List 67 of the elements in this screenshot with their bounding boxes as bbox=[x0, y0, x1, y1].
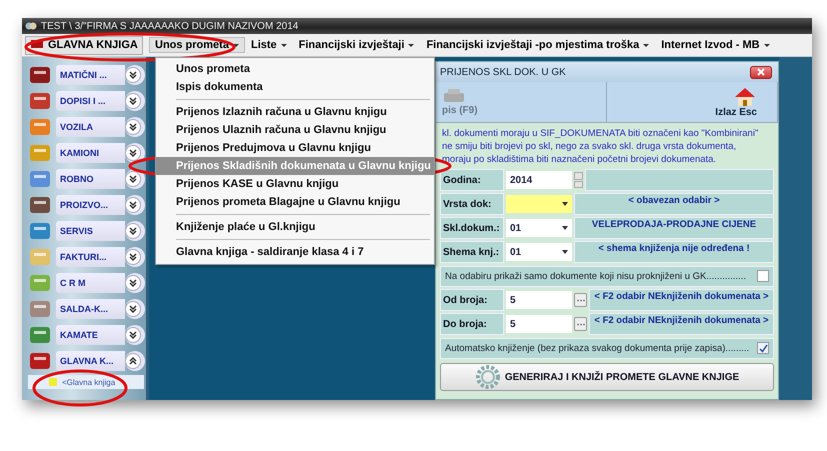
printer-icon bbox=[442, 88, 466, 104]
menu-item[interactable]: Financijski izvještaji -po mjestima troška bbox=[420, 37, 656, 53]
dropdown-arrow-icon bbox=[562, 226, 568, 230]
toolbar-button[interactable]: Izlaz Esc bbox=[607, 82, 778, 122]
sidebar-item[interactable]: SERVIS bbox=[56, 220, 125, 240]
caret-icon bbox=[280, 44, 287, 46]
sidebar-item[interactable]: FAKTURI... bbox=[56, 246, 125, 266]
field-note: < shema knjiženja nije određena ! bbox=[574, 241, 774, 263]
checkbox[interactable] bbox=[757, 270, 769, 282]
field-note: < F2 odabir NEknjiženih dokumenata > bbox=[589, 313, 774, 335]
sidebar-item[interactable]: ROBNO bbox=[56, 168, 125, 188]
field-note: VELEPRODAJA-PRODAJNE CIJENE bbox=[574, 217, 774, 239]
field-label: Shema knj.: bbox=[440, 241, 504, 263]
input-field[interactable]: 2014 bbox=[506, 171, 572, 189]
notice-text: kl. dokumenti moraju u SIF_DOKUMENATA biti označeni kao "Kombinirani" ne smiju biti brojevi po skl, nego za svako skl. druga vrsta dokumenta, moraju po skladištima biti naznačeni početni brojevi dokumenata. bbox=[441, 127, 760, 167]
menu-item[interactable]: Financijski izvještaji bbox=[292, 37, 420, 53]
app-icon bbox=[25, 21, 37, 31]
caret-icon bbox=[408, 44, 414, 46]
dropdown-item[interactable]: Unos prometa bbox=[156, 60, 434, 78]
input-field[interactable]: 01 bbox=[506, 243, 572, 261]
dialog-title: PRIJENOS SKL DOK. U GK bbox=[440, 66, 566, 78]
input-field[interactable]: 5 bbox=[506, 291, 572, 309]
field-note: < F2 odabir NEknjiženih dokumenata > bbox=[589, 289, 774, 311]
sidebar-item[interactable]: KAMATE bbox=[56, 324, 125, 344]
input-field[interactable] bbox=[506, 195, 572, 213]
field-label: Godina: bbox=[440, 169, 504, 191]
caret-icon bbox=[232, 44, 239, 46]
field-label: Do broja: bbox=[440, 313, 504, 335]
field-label: Od broja: bbox=[440, 289, 504, 311]
input-field[interactable]: 01 bbox=[506, 219, 572, 237]
dropdown-item[interactable]: Prijenos Ulaznih računa u Glavnu knjigu bbox=[156, 121, 434, 139]
sidebar-item[interactable]: VOZILA bbox=[56, 116, 125, 136]
sidebar-item[interactable]: DOPISI I ... bbox=[56, 90, 125, 110]
caret-icon bbox=[764, 44, 770, 46]
sidebar-item[interactable]: MATIČNI ... bbox=[56, 64, 125, 84]
dropdown-item[interactable]: Prijenos Izlaznih računa u Glavnu knjigu bbox=[156, 103, 434, 121]
dropdown-item[interactable]: Ispis dokumenta bbox=[156, 78, 434, 96]
field-note: < obavezan odabir > bbox=[574, 193, 774, 215]
sidebar-item[interactable]: KAMIONI bbox=[56, 142, 125, 162]
sidebar-item[interactable]: PROIZVO... bbox=[56, 194, 125, 214]
field-label: Vrsta dok: bbox=[440, 193, 504, 215]
dropdown-item[interactable]: Knjiženje plaće u Gl.knjigu bbox=[156, 218, 434, 236]
dropdown-item[interactable]: Glavna knjiga - saldiranje klasa 4 i 7 bbox=[156, 243, 434, 261]
checkbox-label: Na odabiru prikaži samo dokumente koji nisu proknjiženi u GK............... bbox=[445, 270, 746, 282]
menu-item[interactable]: Liste bbox=[244, 37, 293, 53]
document-icon bbox=[48, 377, 58, 387]
menu-item[interactable]: Internet Izvod - MB bbox=[655, 37, 776, 53]
checkmark-icon bbox=[758, 344, 768, 352]
field-label: Skl.dokum.: bbox=[440, 217, 504, 239]
caret-icon bbox=[643, 44, 650, 46]
checkbox[interactable] bbox=[757, 342, 769, 354]
ellipsis-icon bbox=[576, 322, 584, 326]
house-icon bbox=[733, 86, 757, 106]
generate-button[interactable]: GENERIRAJ I KNJIŽI PROMETE GLAVNE KNJIGE bbox=[440, 363, 774, 391]
sidebar-item[interactable]: C R M bbox=[56, 272, 125, 292]
close-button[interactable] bbox=[750, 66, 772, 78]
dropdown-item[interactable]: Prijenos prometa Blagajne u Glavnu knjigu bbox=[156, 193, 434, 211]
sidebar-item[interactable]: SALDA-K... bbox=[56, 298, 125, 318]
sidebar-item[interactable]: GLAVNA K... bbox=[56, 350, 125, 370]
ellipsis-icon bbox=[576, 298, 584, 302]
window-title: TEST \ 3/"FIRMA S JAAAAAAKO DUGIM NAZIVOM 2014 bbox=[41, 20, 298, 32]
checkbox-label: Automatsko knjiženje (bez prikaza svakog dokumenta prije zapisa)......... bbox=[445, 342, 750, 354]
close-icon bbox=[756, 68, 766, 76]
gear-icon bbox=[474, 364, 501, 390]
dropdown-arrow-icon bbox=[562, 250, 568, 254]
input-field[interactable]: 5 bbox=[506, 315, 572, 333]
dropdown-arrow-icon bbox=[562, 202, 568, 206]
